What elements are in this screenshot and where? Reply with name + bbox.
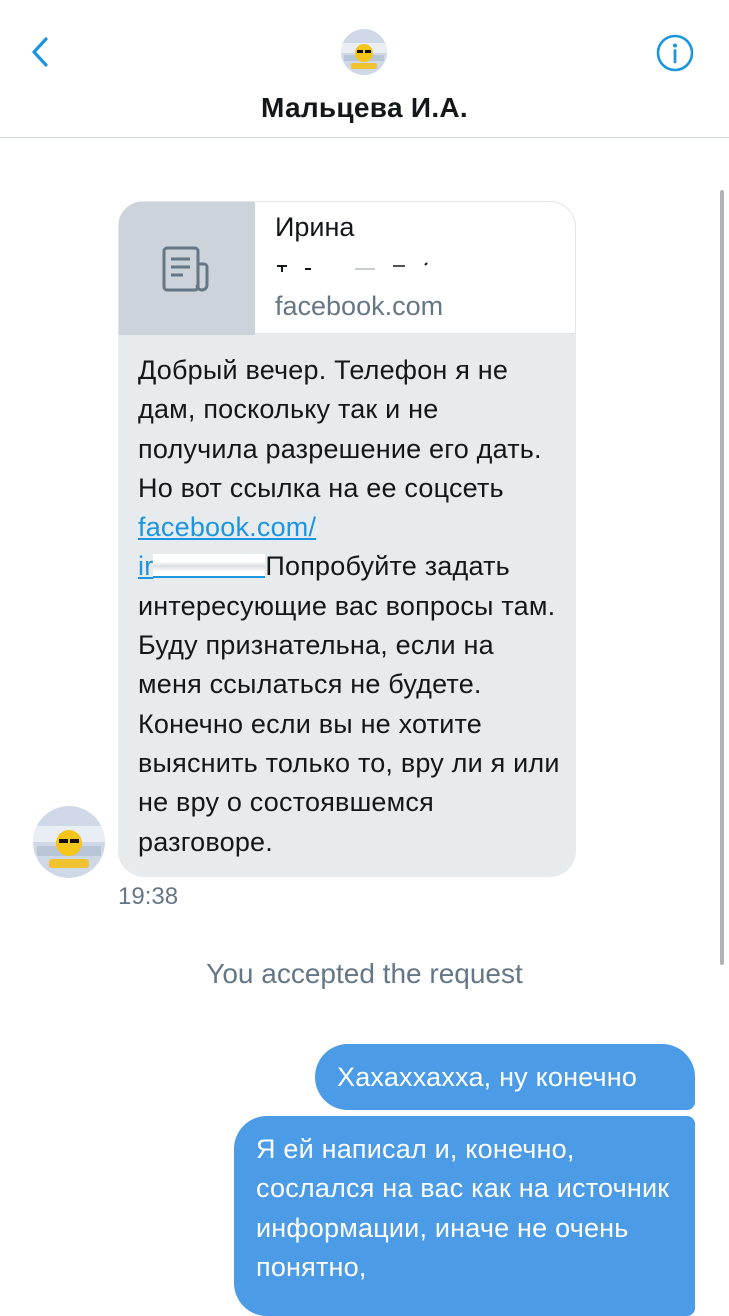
link-preview-domain: facebook.com [275, 291, 444, 321]
link-preview-thumbnail [119, 202, 255, 335]
message-timestamp: 19:38 [118, 883, 179, 910]
outgoing-message-text: Хахаххахха, ну конечно [337, 1062, 638, 1092]
avatar-image [33, 806, 105, 878]
link-preview-title: Ирина [275, 212, 355, 242]
message-text-part: Добрый вечер. Телефон я не дам, поскольк… [138, 355, 542, 503]
redacted-text [277, 262, 428, 272]
system-note: You accepted the request [206, 958, 523, 989]
message-text: Добрый вечер. Телефон я не дам, поскольк… [138, 351, 563, 862]
chevron-left-icon [32, 37, 48, 67]
contact-avatar[interactable] [341, 29, 387, 75]
sender-avatar[interactable] [33, 806, 105, 878]
avatar-image [341, 29, 387, 75]
info-button[interactable] [655, 33, 695, 73]
outgoing-message[interactable]: Я ей написал и, конечно, сослался на вас… [234, 1116, 695, 1316]
incoming-message: Ирина facebook.com Добрый вечер. Телефон… [118, 201, 576, 877]
back-button[interactable] [26, 34, 56, 70]
scrollbar[interactable] [720, 190, 724, 965]
outgoing-message[interactable]: Хахаххахха, ну конечно [315, 1044, 695, 1110]
info-circle-icon [656, 34, 694, 72]
article-icon [162, 246, 209, 292]
outgoing-message-text: Я ей написал и, конечно, сослался на вас… [256, 1134, 670, 1282]
redacted-link-part [153, 554, 266, 579]
link-preview-card[interactable]: Ирина facebook.com [118, 201, 576, 335]
contact-name: Мальцева И.А. [260, 92, 469, 123]
message-text-part: Попробуйте задать интересующие вас вопро… [138, 551, 560, 857]
conversation-header: Мальцева И.А. [0, 0, 729, 138]
